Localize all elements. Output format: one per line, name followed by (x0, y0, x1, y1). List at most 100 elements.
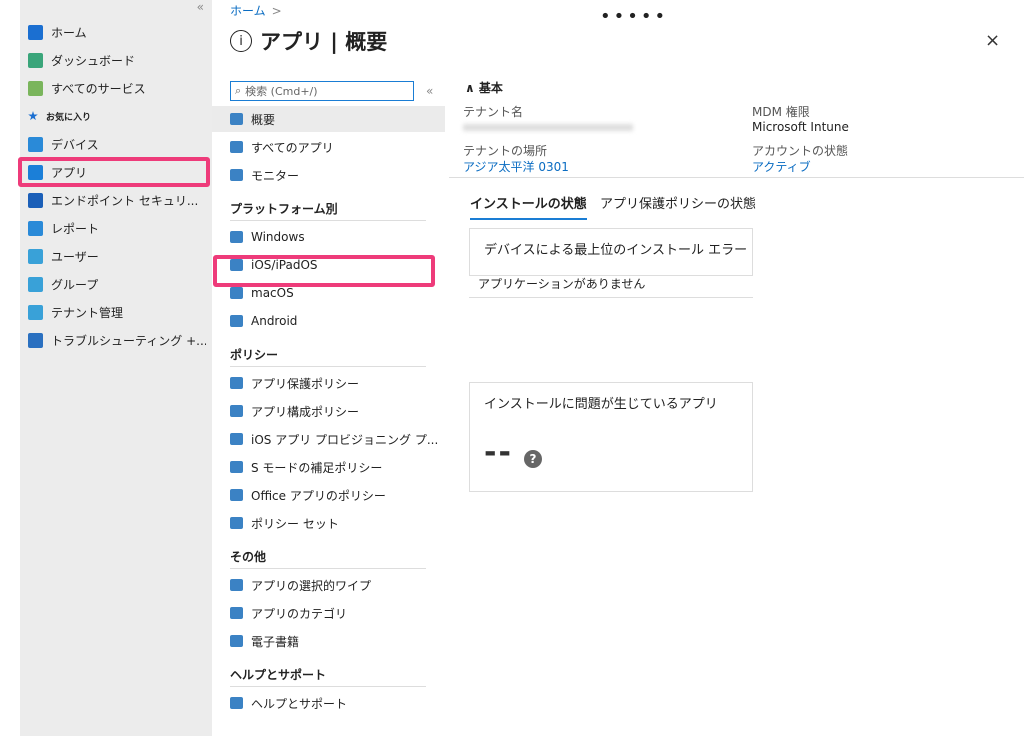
menu-item[interactable]: アプリのカテゴリ (212, 600, 445, 626)
user-icon (28, 248, 43, 264)
nav-item[interactable]: テナント管理 (28, 300, 206, 324)
report-icon (28, 220, 43, 236)
failing-apps-card[interactable]: インストールに問題が生じているアプリ -- ? (469, 382, 753, 492)
menu-item[interactable]: ポリシー セット (212, 510, 445, 536)
divider (230, 686, 426, 687)
menu-item[interactable]: Office アプリのポリシー (212, 482, 445, 508)
tab-install-status[interactable]: インストールの状態 (470, 193, 587, 220)
essentials-toggle[interactable]: ∧ 基本 (465, 79, 503, 96)
account-status-link[interactable]: アクティブ (752, 158, 811, 175)
nav-item-label: デバイス (51, 137, 99, 152)
menu-item[interactable]: アプリ保護ポリシー (212, 370, 445, 396)
install-errors-card[interactable]: デバイスによる最上位のインストール エラー (469, 228, 753, 276)
menu-item-icon (230, 579, 243, 591)
menu-item-icon (230, 489, 243, 501)
menu-item-label: macOS (251, 286, 294, 300)
menu-item-label: アプリの選択的ワイプ (251, 578, 372, 593)
star-icon (28, 111, 38, 121)
menu-item[interactable]: モニター (212, 162, 445, 188)
menu-item-label: S モードの補足ポリシー (251, 460, 383, 475)
menu-section-title: プラットフォーム別 (230, 202, 338, 216)
list-icon (28, 80, 43, 96)
collapse-nav-button[interactable]: « (197, 0, 204, 14)
menu-item[interactable]: S モードの補足ポリシー (212, 454, 445, 480)
card-title: デバイスによる最上位のインストール エラー (484, 243, 748, 258)
nav-item[interactable]: デバイス (28, 132, 206, 156)
menu-item-label: モニター (251, 168, 300, 183)
menu-item-label: Android (251, 314, 298, 328)
account-label: アカウントの状態 (752, 144, 849, 158)
chevron-up-icon: ∧ (465, 81, 479, 95)
nav-item[interactable]: ホーム (28, 20, 206, 44)
home-icon (28, 24, 43, 40)
menu-item[interactable]: Windows (212, 224, 445, 250)
menu-item-label: 電子書籍 (251, 634, 300, 649)
menu-item-icon (230, 635, 243, 647)
help-icon[interactable]: ? (524, 450, 542, 468)
menu-item-icon (230, 697, 243, 709)
menu-item-icon (230, 607, 243, 619)
page-title: i アプリ | 概要 (230, 26, 387, 56)
menu-item[interactable]: iOS アプリ プロビジョニング プ... (212, 426, 445, 452)
divider (230, 366, 426, 367)
nav-item-label: レポート (51, 221, 100, 236)
nav-item-label: すべてのサービス (51, 81, 146, 96)
nav-item[interactable]: トラブルシューティング +... (28, 328, 206, 352)
menu-section-title: ポリシー (230, 348, 279, 362)
breadcrumb-home[interactable]: ホーム (230, 4, 266, 18)
menu-item-label: iOS アプリ プロビジョニング プ... (251, 432, 439, 447)
tenant-name-redacted (463, 124, 633, 131)
menu-item-label: アプリ保護ポリシー (251, 376, 360, 391)
divider (469, 297, 753, 298)
menu-item[interactable]: アプリ構成ポリシー (212, 398, 445, 424)
nav-item-label: テナント管理 (51, 305, 124, 320)
menu-item-label: すべてのアプリ (251, 140, 334, 155)
empty-message: アプリケーションがありません (478, 277, 646, 291)
nav-item[interactable]: ユーザー (28, 244, 206, 268)
nav-item-label: グループ (51, 277, 99, 292)
tenant-location-link[interactable]: アジア太平洋 0301 (463, 158, 569, 175)
tab-app-protection-status[interactable]: アプリ保護ポリシーの状態 (600, 193, 756, 212)
menu-search-input[interactable]: ⌕ 検索 (Cmd+/) (230, 81, 414, 101)
menu-item[interactable]: アプリの選択的ワイプ (212, 572, 445, 598)
menu-item-icon (230, 433, 243, 445)
menu-item-icon (230, 405, 243, 417)
menu-item[interactable]: 概要 (212, 106, 445, 132)
menu-item-icon (230, 461, 243, 473)
nav-item[interactable]: グループ (28, 272, 206, 296)
nav-item[interactable]: エンドポイント セキュリ... (28, 188, 206, 212)
nav-item-label: ダッシュボード (51, 53, 136, 68)
menu-item[interactable]: Android (212, 308, 445, 334)
dashboard-icon (28, 52, 43, 68)
divider (230, 220, 426, 221)
menu-section-title: その他 (230, 550, 267, 564)
menu-item-label: 概要 (251, 112, 276, 127)
card-title: インストールに問題が生じているアプリ (484, 397, 718, 412)
devices-icon (28, 136, 43, 152)
menu-item-icon (230, 315, 243, 327)
menu-item[interactable]: すべてのアプリ (212, 134, 445, 160)
nav-item-label: トラブルシューティング +... (51, 333, 206, 348)
mdm-label: MDM 権限 (752, 105, 810, 119)
collapse-menu-button[interactable]: « (426, 84, 433, 98)
divider (449, 177, 1024, 178)
menu-item-icon (230, 377, 243, 389)
group-icon (28, 276, 43, 292)
highlight-apps (18, 157, 210, 187)
nav-item[interactable]: ダッシュボード (28, 48, 206, 72)
menu-item-icon (230, 287, 243, 299)
menu-item-label: アプリ構成ポリシー (251, 404, 360, 419)
left-nav: « ホーム ダッシュボード すべてのサービス お気に入り デバイス アプリ エンドポイント … (20, 0, 212, 736)
overview-content: ∧ 基本 テナント名 テナントの場所 アジア太平洋 0301 MDM 権限 Mi… (445, 0, 1024, 736)
nav-item[interactable]: すべてのサービス (28, 76, 206, 100)
menu-item[interactable]: 電子書籍 (212, 628, 445, 654)
mdm-value: Microsoft Intune (752, 120, 849, 134)
menu-item[interactable]: ヘルプとサポート (212, 690, 445, 716)
nav-item[interactable]: レポート (28, 216, 206, 240)
tenant-location-label: テナントの場所 (463, 144, 548, 158)
menu-item-label: Office アプリのポリシー (251, 488, 386, 503)
essentials-title: 基本 (478, 81, 503, 95)
nav-item: お気に入り (28, 104, 206, 128)
menu-item-icon (230, 517, 243, 529)
nav-item-label: ユーザー (51, 249, 99, 264)
